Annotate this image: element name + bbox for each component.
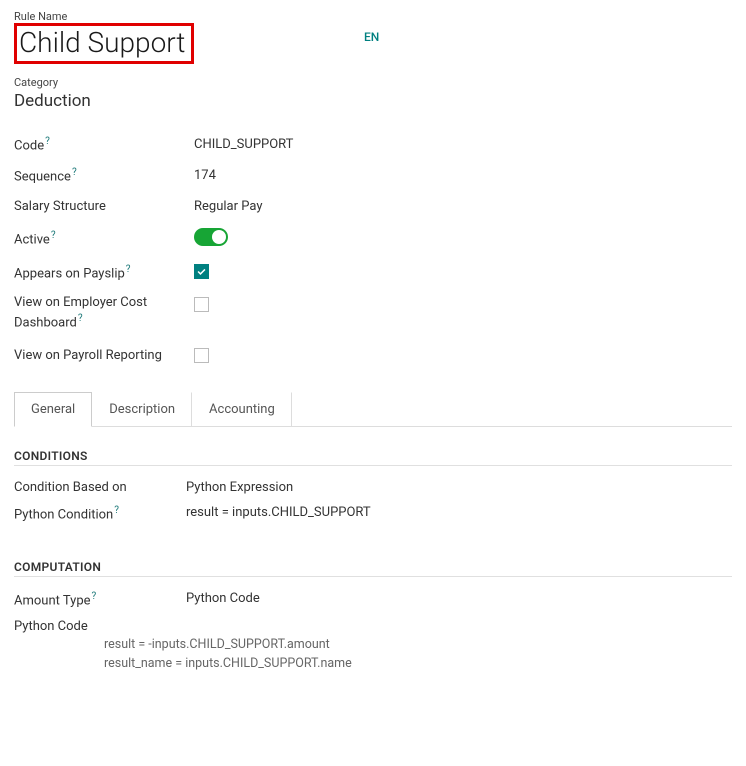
tab-general[interactable]: General [14,392,92,427]
view-payroll-reporting-checkbox[interactable] [194,348,209,363]
help-icon[interactable]: ? [45,136,50,147]
sequence-label: Sequence [14,170,71,185]
sequence-value[interactable]: 174 [194,160,293,191]
language-badge[interactable]: EN [364,30,379,44]
computation-section-header: COMPUTATION [14,560,732,577]
amount-type-label: Amount Type [14,594,91,609]
python-condition-label: Python Condition [14,507,113,522]
conditions-section-header: CONDITIONS [14,449,732,466]
appears-on-payslip-checkbox[interactable] [194,264,209,279]
tab-description[interactable]: Description [92,392,192,427]
help-icon[interactable]: ? [126,264,131,275]
category-label: Category [14,76,732,89]
category-value[interactable]: Deduction [14,91,732,111]
code-value[interactable]: CHILD_SUPPORT [194,129,293,160]
condition-based-on-label: Condition Based on [14,480,127,495]
tab-accounting[interactable]: Accounting [192,392,292,427]
active-toggle[interactable] [194,228,228,246]
code-label: Code [14,138,44,153]
help-icon[interactable]: ? [51,230,56,241]
amount-type-value[interactable]: Python Code [186,591,260,608]
rule-name-value[interactable]: Child Support [19,26,185,59]
salary-structure-label: Salary Structure [14,199,106,214]
condition-based-on-value[interactable]: Python Expression [186,480,293,495]
python-condition-value[interactable]: result = inputs.CHILD_SUPPORT [186,505,371,522]
view-employer-cost-checkbox[interactable] [194,297,209,312]
help-icon[interactable]: ? [78,313,83,324]
salary-structure-value[interactable]: Regular Pay [194,192,293,221]
help-icon[interactable]: ? [114,505,119,516]
appears-on-payslip-label: Appears on Payslip [14,266,125,281]
view-payroll-reporting-label: View on Payroll Reporting [14,348,162,363]
active-label: Active [14,232,50,247]
help-icon[interactable]: ? [72,167,77,178]
help-icon[interactable]: ? [92,591,97,602]
rule-name-highlight-box: Child Support [14,23,194,64]
check-icon [196,266,207,277]
rule-name-label: Rule Name [14,10,732,23]
python-code-value[interactable]: result = -inputs.CHILD_SUPPORT.amount re… [104,636,732,674]
python-code-label: Python Code [14,619,88,634]
